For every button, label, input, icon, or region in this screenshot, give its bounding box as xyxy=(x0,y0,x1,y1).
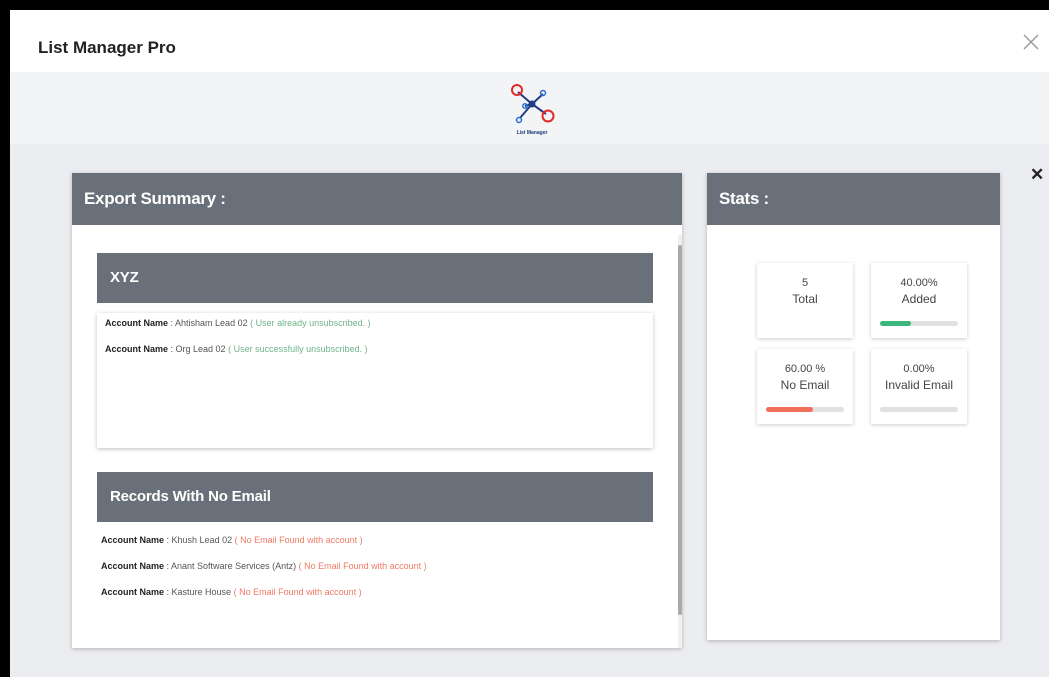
list-manager-logo: List Manager xyxy=(506,80,566,142)
modal-title: List Manager Pro xyxy=(38,38,176,57)
stat-label: Total xyxy=(792,292,818,306)
no-email-header: Records With No Email xyxy=(97,472,653,522)
stats-title: Stats : xyxy=(707,173,1000,225)
stat-label: Added xyxy=(901,292,937,306)
dismiss-close-icon[interactable]: ✕ xyxy=(1030,165,1044,185)
export-summary-title: Export Summary : xyxy=(72,173,682,225)
stat-label: Invalid Email xyxy=(884,378,954,392)
export-summary-panel: Export Summary : XYZ Account Name : Ahti… xyxy=(72,173,682,648)
stat-value: 40.00% xyxy=(900,277,938,289)
progress-bar xyxy=(880,407,958,412)
modal-header: List Manager Pro xyxy=(10,10,1049,72)
export-summary-body[interactable]: XYZ Account Name : Ahtisham Lead 02 ( Us… xyxy=(72,235,678,648)
scrollbar-thumb[interactable] xyxy=(678,245,682,615)
record-line: Account Name : Org Lead 02 ( User succes… xyxy=(105,344,368,354)
stat-value: 5 xyxy=(801,277,809,289)
stat-card-added: 40.00% Added xyxy=(871,263,967,338)
progress-fill xyxy=(766,407,813,412)
record-line: Account Name : Ahtisham Lead 02 ( User a… xyxy=(105,318,371,328)
network-logo-icon xyxy=(511,84,555,124)
stat-card-no-email: 60.00 % No Email xyxy=(757,349,853,424)
progress-bar xyxy=(766,407,844,412)
stat-card-invalid-email: 0.00% Invalid Email xyxy=(871,349,967,424)
progress-fill xyxy=(880,321,912,326)
group-header: XYZ xyxy=(97,253,653,303)
logo-band: List Manager xyxy=(10,72,1049,144)
no-email-record: Account Name : Anant Software Services (… xyxy=(101,561,427,571)
logo-text: List Manager xyxy=(516,130,548,136)
no-email-record: Account Name : Kasture House ( No Email … xyxy=(101,587,362,597)
stat-value: 60.00 % xyxy=(784,363,826,375)
no-email-record: Account Name : Khush Lead 02 ( No Email … xyxy=(101,535,363,545)
stat-label: No Email xyxy=(780,378,830,392)
list-manager-modal: List Manager Pro List Manager ✕ Export S… xyxy=(10,10,1049,677)
close-icon[interactable] xyxy=(1019,30,1043,54)
stats-panel: Stats : 5 Total 40.00% Added 60.00 % No … xyxy=(707,173,1000,640)
stat-card-total: 5 Total xyxy=(757,263,853,338)
stat-value: 0.00% xyxy=(903,363,935,375)
group-records-card: Account Name : Ahtisham Lead 02 ( User a… xyxy=(97,313,653,448)
progress-bar xyxy=(880,321,958,326)
